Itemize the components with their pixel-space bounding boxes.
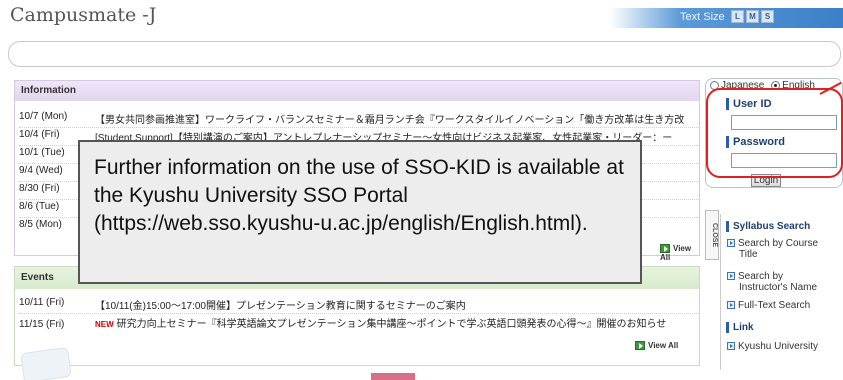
view-all-label: View All — [648, 341, 679, 350]
syllabus-search-heading: Syllabus Search — [726, 221, 810, 232]
top-menu-bar — [8, 41, 841, 67]
info-view-all-link[interactable]: View All — [660, 244, 699, 262]
link-label: Full-Text Search — [738, 300, 811, 311]
event-date: 11/15 (Fri) — [19, 319, 65, 330]
link-label: Search by Course — [738, 238, 819, 249]
link-label-cont: Instructor's Name — [739, 282, 818, 293]
link-label: Kyushu University — [738, 341, 819, 352]
information-heading: Information — [15, 81, 699, 101]
events-view-all-link[interactable]: View All — [635, 341, 679, 351]
arrow-box-icon — [727, 239, 735, 248]
bottom-tab[interactable] — [371, 373, 415, 380]
kyushu-university-link[interactable]: Kyushu University — [727, 341, 843, 352]
overlay-text: Further information on the use of SSO-KI… — [94, 156, 624, 235]
full-text-search-link[interactable]: Full-Text Search — [727, 300, 843, 311]
text-size-bar — [610, 8, 843, 28]
divider — [19, 127, 699, 128]
text-size-large-button[interactable]: L — [731, 10, 744, 23]
link-heading: Link — [726, 322, 754, 333]
brand-logo: Campusmate -J — [10, 4, 157, 26]
arrow-box-icon — [727, 272, 735, 281]
info-overlay: Further information on the use of SSO-KI… — [78, 140, 642, 284]
arrow-box-icon — [727, 301, 735, 310]
info-title[interactable]: 【男女共同参画推進室】ワークライフ・バランスセミナー＆霜月ランチ会『ワークスタイ… — [95, 111, 695, 126]
text-size-small-button[interactable]: S — [761, 10, 774, 23]
event-date: 10/11 (Fri) — [19, 297, 65, 308]
info-date: 10/7 (Mon) — [19, 111, 68, 122]
header: Campusmate -J Text Size L M S — [0, 0, 843, 40]
text-size-medium-button[interactable]: M — [746, 10, 759, 23]
event-title[interactable]: 【10/11(金)15:00～17:00開催】プレゼンテーション教育に関するセミ… — [95, 297, 695, 312]
text-size-label: Text Size — [680, 11, 725, 23]
annotation-highlight-ring — [706, 88, 843, 178]
arrow-box-icon — [727, 342, 735, 351]
arrow-right-icon — [660, 244, 670, 254]
search-by-course-title-link[interactable]: Search by Course Title — [727, 238, 843, 260]
event-title[interactable]: 研究力向上セミナー『科学英語論文プレゼンテーション集中講座～ポイントで学ぶ英語口… — [117, 319, 667, 330]
info-date: 10/4 (Fri) — [19, 129, 60, 140]
arrow-right-icon — [635, 341, 645, 351]
link-label-cont: Title — [739, 249, 758, 260]
close-side-panel-tab[interactable]: CLOSE — [705, 210, 719, 260]
new-badge: NEW — [95, 320, 114, 329]
divider — [19, 313, 699, 314]
folder-decoration — [20, 346, 72, 380]
search-by-instructor-link[interactable]: Search by Instructor's Name — [727, 271, 843, 293]
link-label: Search by — [738, 271, 784, 282]
event-row[interactable]: 11/15 (Fri) NEW 研究力向上セミナー『科学英語論文プレゼンテーション集… — [19, 315, 699, 333]
